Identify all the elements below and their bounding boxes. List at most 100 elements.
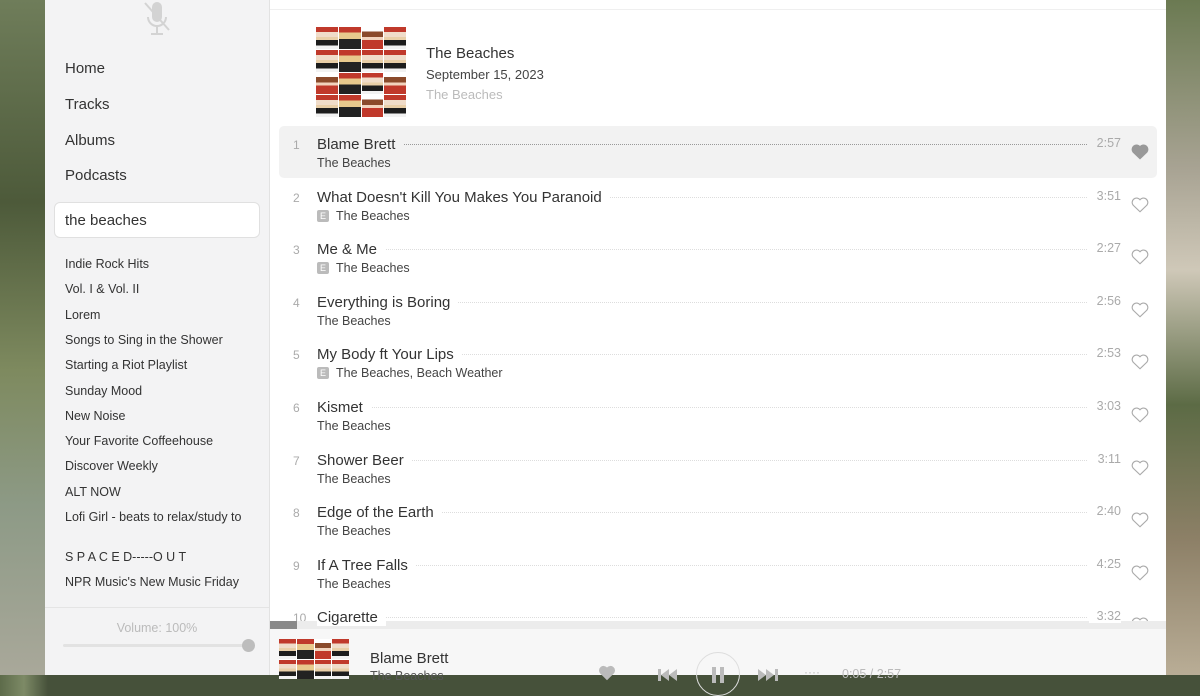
track-title: Everything is Boring (317, 293, 459, 311)
dotted-leader (319, 564, 1087, 566)
track-artist[interactable]: The Beaches, Beach Weather (336, 366, 503, 380)
track-row[interactable]: 9 If A Tree Falls The Beaches 4:25 (279, 547, 1157, 599)
playlist-item[interactable]: Lofi Girl - beats to relax/study to (65, 511, 255, 524)
track-title: Edge of the Earth (317, 504, 442, 522)
playlist-item[interactable]: Lorem (65, 308, 255, 322)
volume-slider[interactable] (63, 644, 255, 647)
playlist-item[interactable]: Sunday Mood (65, 384, 255, 398)
track-title: What Doesn't Kill You Makes You Paranoid (317, 188, 610, 206)
track-number: 8 (293, 506, 300, 521)
track-row[interactable]: 6 Kismet The Beaches 3:03 (279, 389, 1157, 441)
now-playing-art (279, 639, 349, 679)
track-artist[interactable]: The Beaches (336, 209, 410, 223)
track-row[interactable]: 5 My Body ft Your Lips E The Beaches, Bea… (279, 336, 1157, 388)
track-number: 7 (293, 453, 300, 468)
more-options-button[interactable]: ···· (804, 665, 820, 679)
volume-label: Volume: 100% (116, 621, 198, 635)
track-artist-line: E The Beaches (317, 261, 410, 275)
playlist-item[interactable]: Starting a Riot Playlist (65, 359, 255, 372)
volume-slider-knob[interactable] (242, 639, 255, 652)
track-row[interactable]: 8 Edge of the Earth The Beaches 2:40 (279, 494, 1157, 546)
microphone-off-icon[interactable] (142, 0, 172, 38)
track-row[interactable]: 7 Shower Beer The Beaches 3:11 (279, 442, 1157, 494)
heart-filled-icon[interactable] (598, 665, 616, 681)
track-number: 1 (293, 138, 300, 152)
track-row[interactable]: 4 Everything is Boring The Beaches 2:56 (279, 284, 1157, 336)
track-artist[interactable]: The Beaches (317, 314, 391, 328)
track-title: Kismet (317, 399, 371, 416)
track-artist[interactable]: The Beaches (317, 577, 391, 591)
playlist-item[interactable]: ALT NOW (65, 485, 255, 499)
heart-outline-icon[interactable] (1131, 248, 1149, 266)
playback-progress-bar[interactable] (270, 621, 1166, 629)
heart-outline-icon[interactable] (1131, 511, 1149, 529)
track-duration: 3:03 (1088, 399, 1121, 413)
track-row[interactable]: 1 Blame Brett The Beaches 2:57 (279, 126, 1157, 178)
track-number: 9 (293, 558, 300, 573)
pause-button[interactable] (696, 652, 740, 696)
album-art (316, 27, 406, 117)
track-artist[interactable]: The Beaches (317, 156, 391, 170)
playlist-item[interactable]: Songs to Sing in the Shower (65, 333, 255, 347)
player-bar: Blame Brett The Beaches ···· 0:05 / 2:57 (270, 629, 1166, 696)
next-track-icon[interactable] (758, 669, 778, 681)
sidebar-item-tracks[interactable]: Tracks (65, 96, 109, 113)
divider (270, 9, 1166, 10)
playlist-item[interactable]: S P A C E D-----O U T (65, 551, 255, 564)
now-playing-artist: The Beaches (370, 669, 444, 683)
explicit-badge: E (317, 209, 329, 222)
track-duration: 2:57 (1088, 136, 1121, 150)
playlist-item[interactable]: Vol. I & Vol. II (65, 283, 255, 296)
heart-outline-icon[interactable] (1131, 353, 1149, 371)
track-title: Cigarette (317, 609, 386, 627)
track-artist-line: E The Beaches (317, 209, 410, 223)
sidebar-item-podcasts[interactable]: Podcasts (65, 167, 127, 184)
desktop-background (1166, 0, 1200, 675)
album-release-date: September 15, 2023 (426, 67, 544, 82)
previous-track-icon[interactable] (658, 669, 678, 681)
heart-outline-icon[interactable] (1131, 564, 1149, 582)
track-duration: 3:51 (1088, 188, 1121, 203)
track-artist[interactable]: The Beaches (317, 524, 391, 538)
track-duration: 3:11 (1089, 451, 1121, 466)
track-number: 6 (293, 401, 300, 415)
track-artist[interactable]: The Beaches (336, 261, 410, 275)
track-artist-line: The Beaches (317, 314, 391, 328)
track-duration: 2:27 (1088, 241, 1121, 256)
track-artist-line: The Beaches (317, 524, 391, 538)
track-number: 4 (293, 295, 300, 310)
playlist-item[interactable]: Indie Rock Hits (65, 258, 255, 271)
now-playing-title: Blame Brett (370, 650, 449, 667)
main-panel: The Beaches September 15, 2023 The Beach… (270, 0, 1166, 696)
dotted-leader (319, 617, 1087, 619)
heart-filled-icon[interactable] (1131, 143, 1149, 161)
track-artist[interactable]: The Beaches (317, 419, 391, 433)
dotted-leader (319, 407, 1087, 408)
sidebar: Home Tracks Albums Podcasts Indie Rock Hits… (45, 0, 270, 675)
heart-outline-icon[interactable] (1131, 301, 1149, 319)
sidebar-item-home[interactable]: Home (65, 60, 105, 77)
desktop-background (0, 0, 45, 675)
track-title: Me & Me (317, 241, 386, 259)
track-artist-line: The Beaches (317, 419, 391, 433)
track-row[interactable]: 2 What Doesn't Kill You Makes You Parano… (279, 179, 1157, 231)
track-artist[interactable]: The Beaches (317, 472, 391, 486)
heart-outline-icon[interactable] (1131, 406, 1149, 424)
track-artist-line: The Beaches (317, 472, 391, 486)
track-artist-line: The Beaches (317, 577, 391, 591)
playlist-item[interactable]: New Noise (65, 409, 255, 423)
playlist-item[interactable]: Your Favorite Coffeehouse (65, 435, 255, 448)
track-duration: 2:53 (1088, 346, 1121, 361)
heart-outline-icon[interactable] (1131, 459, 1149, 477)
explicit-badge: E (317, 367, 329, 380)
track-title: Shower Beer (317, 451, 412, 469)
track-row[interactable]: 3 Me & Me E The Beaches 2:27 (279, 231, 1157, 283)
playlist-item[interactable]: NPR Music's New Music Friday (65, 576, 255, 589)
album-artist[interactable]: The Beaches (426, 87, 503, 102)
track-number: 5 (293, 348, 300, 363)
sidebar-item-albums[interactable]: Albums (65, 132, 115, 149)
playlist-item[interactable]: Discover Weekly (65, 460, 255, 473)
dotted-leader (319, 249, 1087, 251)
search-input[interactable] (54, 202, 260, 238)
heart-outline-icon[interactable] (1131, 196, 1149, 214)
